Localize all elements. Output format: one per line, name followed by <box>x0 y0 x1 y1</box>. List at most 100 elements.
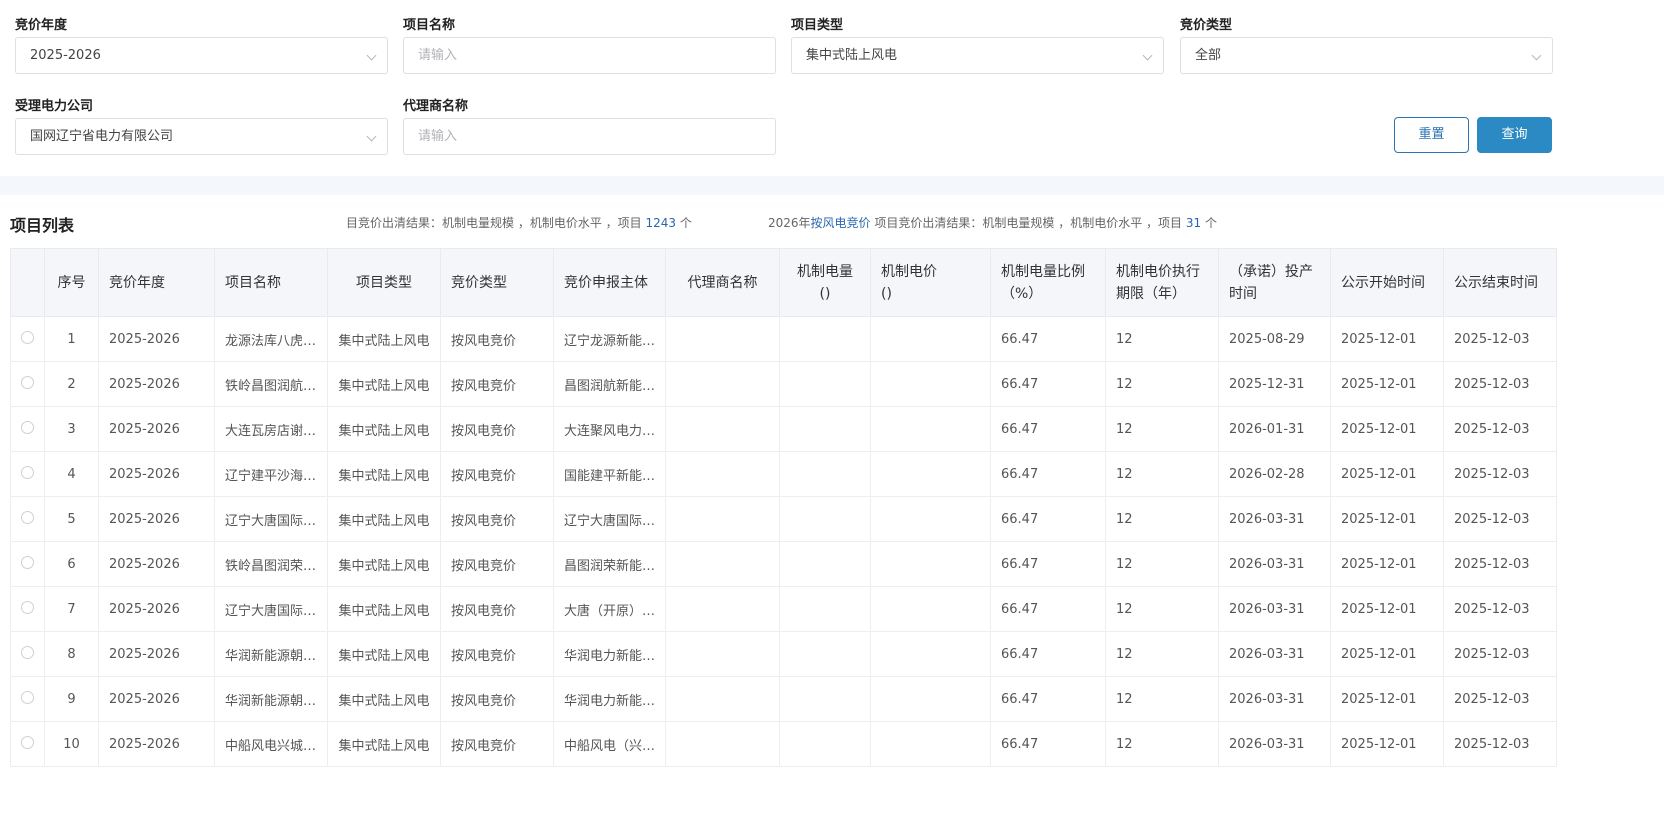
column-header: 项目名称 <box>214 248 328 317</box>
table-row[interactable]: 2 2025-2026 铁岭昌图润航… 集中式陆上风电 按风电竞价 昌图润航新能… 66.4… <box>10 361 1557 407</box>
table-row[interactable]: 1 2025-2026 龙源法库八虎… 集中式陆上风电 按风电竞价 辽宁龙源新能… 66.4… <box>10 316 1557 362</box>
table-row[interactable]: 6 2025-2026 铁岭昌图润荣… 集中式陆上风电 按风电竞价 昌图润荣新能… 66.4… <box>10 541 1557 587</box>
row-select[interactable] <box>10 631 45 677</box>
row-select[interactable] <box>10 316 45 362</box>
radio-button[interactable] <box>21 375 34 389</box>
table-cell: 辽宁龙源新能… <box>553 316 666 362</box>
power-company-label: 受理电力公司 <box>15 99 94 114</box>
table-cell: 按风电竞价 <box>440 361 554 407</box>
table-cell: 12 <box>1105 676 1219 722</box>
radio-button[interactable] <box>21 735 34 749</box>
table-cell: 2025-12-01 <box>1330 631 1444 677</box>
table-cell <box>870 676 991 722</box>
row-select[interactable] <box>10 541 45 587</box>
table-cell <box>779 721 871 767</box>
query-button[interactable]: 查询 <box>1477 117 1552 153</box>
row-select[interactable] <box>10 406 45 452</box>
table-cell: 2025-12-01 <box>1330 496 1444 542</box>
table-cell <box>665 586 780 632</box>
table-cell: 2026-03-31 <box>1218 541 1331 587</box>
summary-text: 目竞价出清结果：机制电量规模 ，机制电价水平 ，项目 <box>346 216 642 230</box>
table-cell: 66.47 <box>990 721 1106 767</box>
table-cell: 12 <box>1105 631 1219 677</box>
table-cell: 集中式陆上风电 <box>327 496 441 542</box>
summary-unit: 个 <box>1204 216 1217 230</box>
table-row[interactable]: 9 2025-2026 华润新能源朝… 集中式陆上风电 按风电竞价 华润电力新能… 66.4… <box>10 676 1557 722</box>
table-row[interactable]: 5 2025-2026 辽宁大唐国际… 集中式陆上风电 按风电竞价 辽宁大唐国际… 66.4… <box>10 496 1557 542</box>
summary-unit: 个 <box>679 216 692 230</box>
radio-button[interactable] <box>21 465 34 479</box>
row-select[interactable] <box>10 451 45 497</box>
radio-button[interactable] <box>21 555 34 569</box>
radio-button[interactable] <box>21 420 34 434</box>
agent-name-input[interactable]: 请输入 <box>403 118 776 155</box>
table-cell: 12 <box>1105 361 1219 407</box>
table-cell: 华润新能源朝… <box>214 631 328 677</box>
table-cell: 华润新能源朝… <box>214 676 328 722</box>
radio-button[interactable] <box>21 600 34 614</box>
table-row[interactable]: 8 2025-2026 华润新能源朝… 集中式陆上风电 按风电竞价 华润电力新能… 66.4… <box>10 631 1557 677</box>
table-row[interactable]: 10 2025-2026 中船风电兴城… 集中式陆上风电 按风电竞价 中船风电（兴… 66.… <box>10 721 1557 767</box>
table-row[interactable]: 3 2025-2026 大连瓦房店谢… 集中式陆上风电 按风电竞价 大连聚风电力… 66.4… <box>10 406 1557 452</box>
table-cell: 2025-12-01 <box>1330 676 1444 722</box>
table-cell: 2025-2026 <box>98 631 215 677</box>
table-cell: 12 <box>1105 721 1219 767</box>
project-table: 序号 竞价年度 项目名称 项目类型 竞价类型 竞价申报主体 代理商名称 机制电量 () 机制电价… <box>10 248 1557 767</box>
project-name-label: 项目名称 <box>403 18 456 33</box>
table-cell: 集中式陆上风电 <box>327 721 441 767</box>
project-name-input[interactable]: 请输入 <box>403 37 776 74</box>
radio-button[interactable] <box>21 690 34 704</box>
table-cell: 66.47 <box>990 451 1106 497</box>
reset-button[interactable]: 重置 <box>1394 117 1469 153</box>
table-cell: 2025-12-03 <box>1443 586 1557 632</box>
table-cell: 昌图润航新能… <box>553 361 666 407</box>
year-select[interactable]: 2025-2026 <box>15 37 388 74</box>
table-cell: 3 <box>44 406 99 452</box>
table-cell: 10 <box>44 721 99 767</box>
table-cell: 5 <box>44 496 99 542</box>
summary-wind: 2026年按风电竞价 项目竞价出清结果：机制电量规模 ，机制电价水平 ，项目 3… <box>768 214 1217 231</box>
table-cell: 2025-12-01 <box>1330 541 1444 587</box>
summary-count: 31 <box>1185 216 1202 230</box>
radio-button[interactable] <box>21 330 34 344</box>
table-row[interactable]: 4 2025-2026 辽宁建平沙海… 集中式陆上风电 按风电竞价 国能建平新能… 66.4… <box>10 451 1557 497</box>
table-cell: 昌图润荣新能… <box>553 541 666 587</box>
table-row[interactable]: 7 2025-2026 辽宁大唐国际… 集中式陆上风电 按风电竞价 大唐（开原）… 66.4… <box>10 586 1557 632</box>
table-cell: 2026-03-31 <box>1218 631 1331 677</box>
table-cell <box>779 316 871 362</box>
table-cell: 按风电竞价 <box>440 496 554 542</box>
row-select[interactable] <box>10 361 45 407</box>
table-cell <box>665 451 780 497</box>
table-cell <box>779 541 871 587</box>
table-cell <box>779 631 871 677</box>
row-select[interactable] <box>10 721 45 767</box>
table-cell <box>870 496 991 542</box>
table-cell: 按风电竞价 <box>440 541 554 587</box>
table-cell: 2025-12-03 <box>1443 451 1557 497</box>
row-select[interactable] <box>10 676 45 722</box>
table-cell: 辽宁大唐国际… <box>553 496 666 542</box>
row-select[interactable] <box>10 586 45 632</box>
summary-type-link[interactable]: 按风电竞价 <box>811 216 871 230</box>
column-header: 机制电量 () <box>779 248 871 317</box>
row-select[interactable] <box>10 496 45 542</box>
table-cell: 铁岭昌图润荣… <box>214 541 328 587</box>
table-cell: 9 <box>44 676 99 722</box>
table-cell <box>665 496 780 542</box>
column-header: 机制电量比例 （%） <box>990 248 1106 317</box>
project-type-select[interactable]: 集中式陆上风电 <box>791 37 1164 74</box>
table-cell: 大连聚风电力… <box>553 406 666 452</box>
table-cell: 按风电竞价 <box>440 586 554 632</box>
table-cell <box>665 721 780 767</box>
table-cell <box>665 406 780 452</box>
summary-count: 1243 <box>645 216 677 230</box>
table-cell: 2025-12-03 <box>1443 541 1557 587</box>
table-cell: 66.47 <box>990 316 1106 362</box>
bid-type-select[interactable]: 全部 <box>1180 37 1553 74</box>
radio-button[interactable] <box>21 645 34 659</box>
table-cell: 辽宁建平沙海… <box>214 451 328 497</box>
radio-button[interactable] <box>21 510 34 524</box>
table-cell: 集中式陆上风电 <box>327 586 441 632</box>
power-company-select[interactable]: 国网辽宁省电力有限公司 <box>15 118 388 155</box>
table-cell: 集中式陆上风电 <box>327 406 441 452</box>
